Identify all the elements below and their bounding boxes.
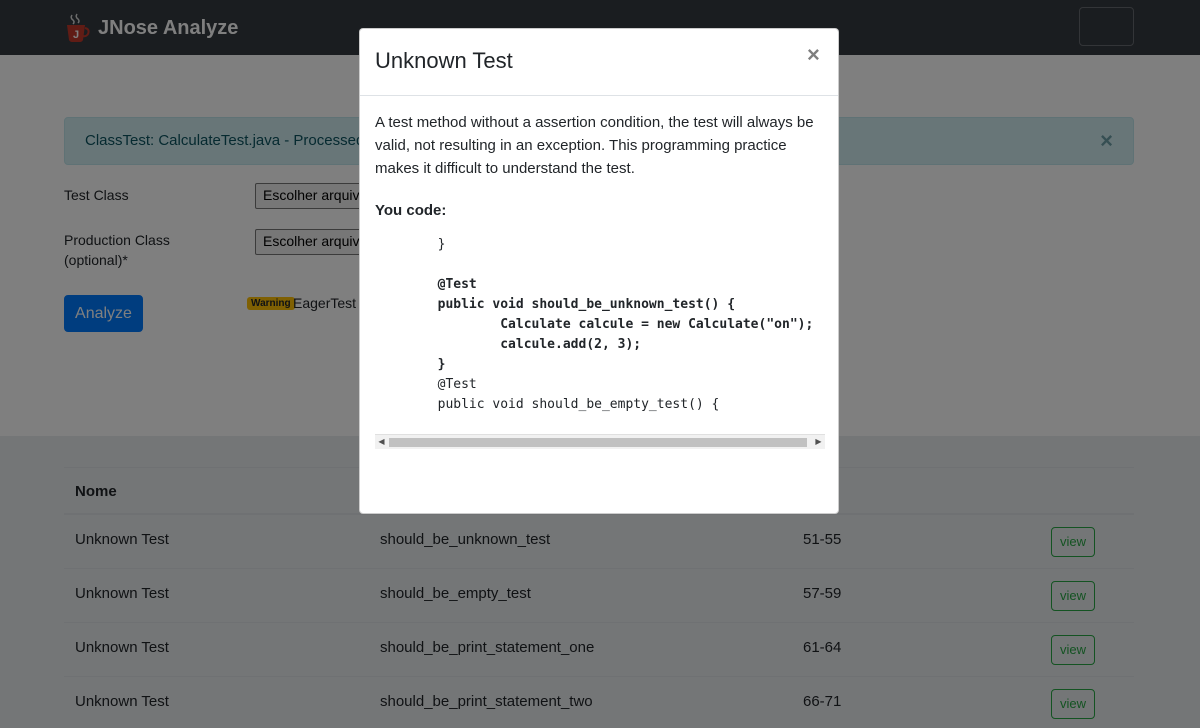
- scroll-left-icon[interactable]: ◀: [375, 435, 388, 449]
- close-icon[interactable]: ×: [807, 43, 820, 67]
- code-line: calcule.add(2, 3);: [375, 337, 642, 352]
- modal-title: Unknown Test: [375, 48, 513, 73]
- modal-body: A test method without a assertion condit…: [375, 111, 825, 449]
- modal-description: A test method without a assertion condit…: [375, 114, 814, 177]
- code-line: }: [375, 357, 446, 372]
- code-line: public void should_be_empty_test() {: [375, 397, 720, 412]
- scrollbar-thumb[interactable]: [389, 438, 807, 447]
- code-line: @Test: [375, 377, 477, 392]
- scroll-right-icon[interactable]: ▶: [812, 435, 825, 449]
- code-line: public void should_be_unknown_test() {: [375, 297, 736, 312]
- horizontal-scrollbar[interactable]: ◀ ▶: [375, 434, 825, 449]
- code-title: You code:: [375, 202, 447, 219]
- code-line: @Test: [375, 277, 477, 292]
- code-line: }: [375, 237, 446, 252]
- modal-header: Unknown Test ×: [360, 29, 838, 96]
- code-line: Calculate calcule = new Calculate("on");: [375, 317, 814, 332]
- smell-detail-modal: Unknown Test × A test method without a a…: [359, 28, 839, 514]
- code-block[interactable]: } @Test public void should_be_unknown_te…: [375, 235, 825, 449]
- code-lines: } @Test public void should_be_unknown_te…: [375, 235, 825, 415]
